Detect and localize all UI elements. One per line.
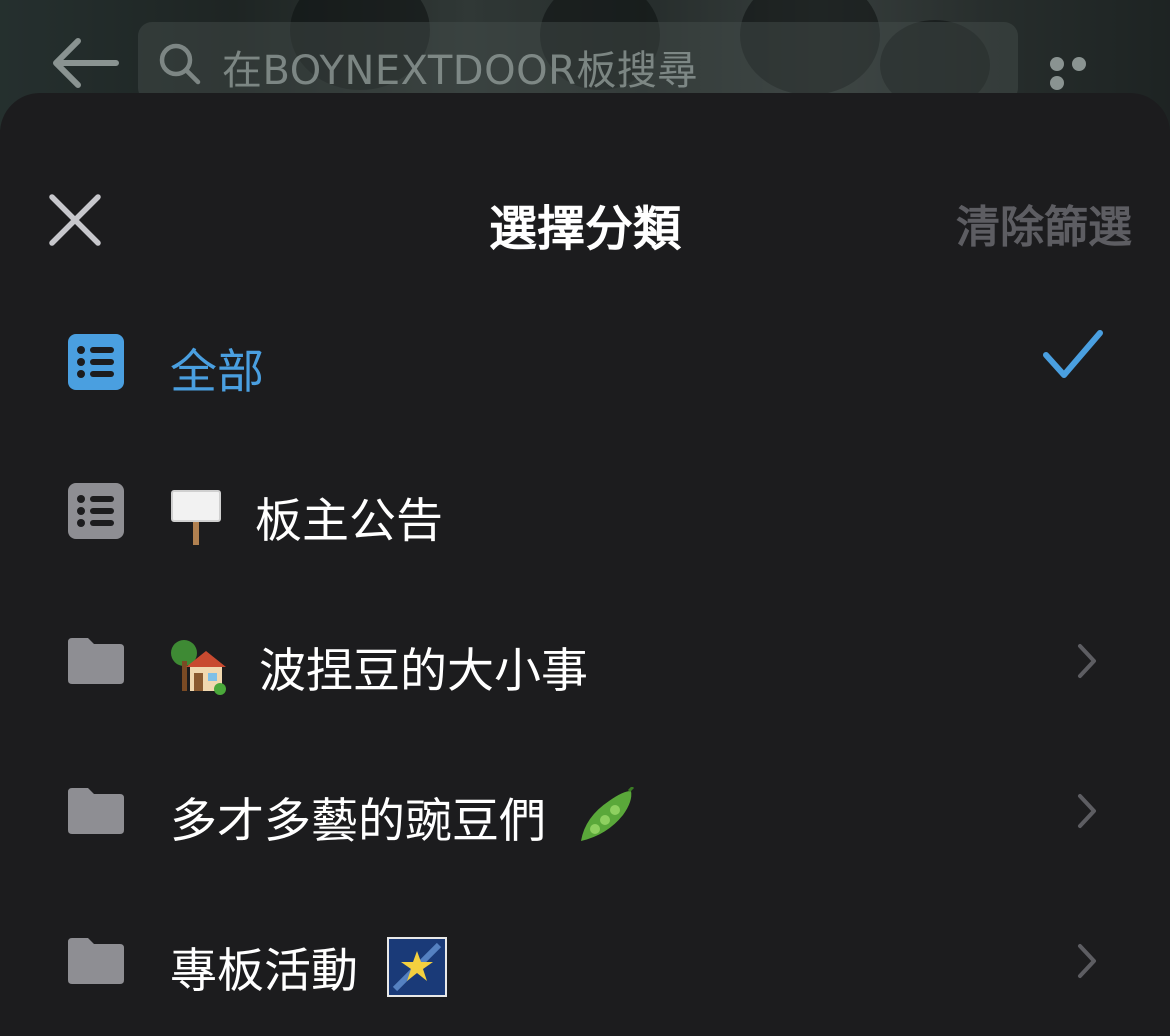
category-sheet: 選擇分類 清除篩選 全部 板主公告 波捏豆的大小事 多才多藝的豌豆們 專板活動 <box>0 93 1170 1032</box>
more-icon[interactable] <box>1050 56 1114 90</box>
clear-filter-button[interactable]: 清除篩選 <box>956 191 1132 255</box>
category-item-events[interactable]: 專板活動 <box>0 886 1170 1036</box>
pea-pod-icon <box>580 786 635 841</box>
search-input[interactable]: 在BOYNEXTDOOR板搜尋 <box>222 38 698 96</box>
list-icon <box>68 334 124 390</box>
category-item-announcements[interactable]: 板主公告 <box>0 436 1170 586</box>
category-label: 多才多藝的豌豆們 <box>170 782 637 851</box>
folder-icon <box>68 638 124 684</box>
checkmark-icon <box>1043 330 1103 378</box>
placard-icon <box>171 489 221 545</box>
shooting-star-icon <box>386 936 447 997</box>
search-icon <box>159 43 201 85</box>
category-label: 專板活動 <box>170 932 447 1001</box>
category-item-news[interactable]: 波捏豆的大小事 <box>0 586 1170 736</box>
back-arrow-icon[interactable] <box>48 36 120 90</box>
category-label: 全部 <box>170 345 264 400</box>
chevron-right-icon <box>1078 794 1096 828</box>
house-with-garden-icon <box>171 639 226 695</box>
list-icon <box>68 483 124 539</box>
folder-icon <box>68 788 124 834</box>
category-label: 波捏豆的大小事 <box>170 632 588 701</box>
chevron-right-icon <box>1078 944 1096 978</box>
category-item-talents[interactable]: 多才多藝的豌豆們 <box>0 736 1170 886</box>
category-item-all[interactable]: 全部 <box>0 287 1170 437</box>
category-label: 板主公告 <box>170 482 443 551</box>
folder-icon <box>68 938 124 984</box>
chevron-right-icon <box>1078 644 1096 678</box>
